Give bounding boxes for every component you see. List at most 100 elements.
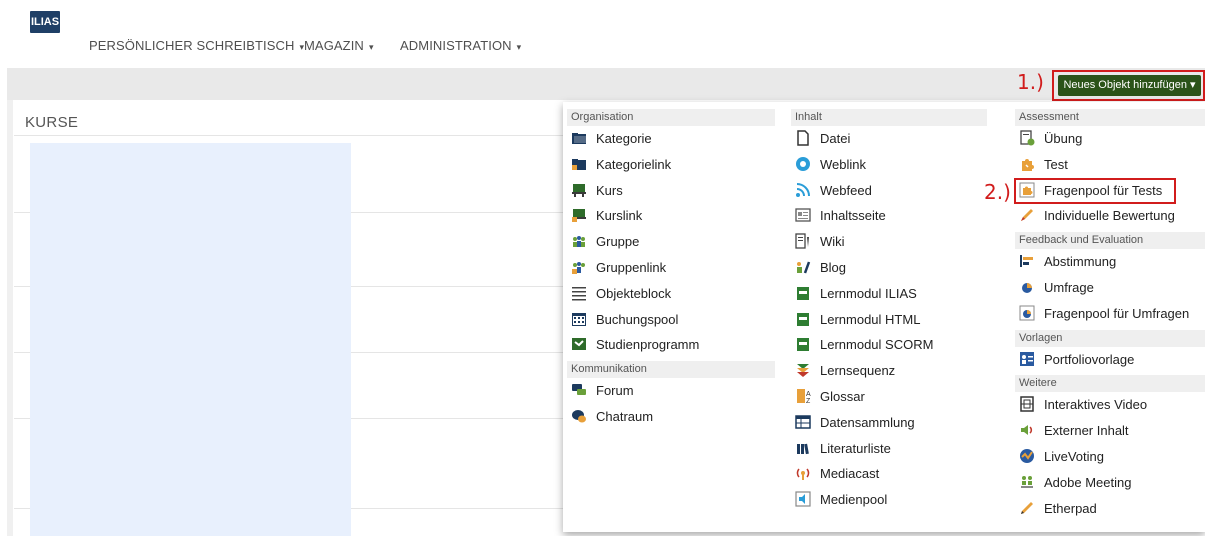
pen-icon (1019, 207, 1035, 223)
menu-item-label: Forum (596, 383, 634, 399)
media-pool-icon (795, 491, 811, 507)
menu-item-label: Kurslink (596, 208, 643, 224)
speaker-icon (1019, 422, 1035, 438)
menu-item-label: Adobe Meeting (1044, 474, 1132, 490)
step-2-annotation: 2.) (984, 180, 1011, 204)
menu-item-label: Studienprogramm (596, 337, 700, 353)
nav-magazin[interactable]: MAGAZIN ▾ (304, 38, 374, 53)
course-link-icon (571, 207, 587, 223)
nav-personal-desktop[interactable]: PERSÖNLICHER SCHREIBTISCH ▾ (89, 38, 304, 53)
section-title: KURSE (25, 114, 79, 131)
film-icon (1019, 396, 1035, 413)
content-border (7, 100, 13, 536)
menu-item-label: Lernsequenz (820, 363, 896, 379)
file-icon (795, 130, 811, 146)
group-header: Kommunikation (567, 361, 775, 379)
poll-icon (1019, 253, 1035, 269)
menu-item-label: Datei (820, 131, 851, 146)
menu-item-label: Blog (820, 260, 847, 275)
menu-item-label: Externer Inhalt (1044, 423, 1129, 439)
chat-icon (571, 408, 587, 424)
menu-item-label: Kurs (596, 182, 623, 198)
group-header: Inhalt (791, 109, 987, 126)
menu-item-label: Buchungspool (596, 311, 679, 327)
menu-item-label: Interaktives Video (1044, 397, 1148, 413)
learning-module-scorm-icon (795, 336, 811, 352)
menu-item-label: Webfeed (820, 182, 872, 198)
exercise-icon (1019, 130, 1035, 146)
menu-item-label: Lernmodul ILIAS (820, 285, 917, 301)
course-list-placeholder (30, 143, 351, 536)
menu-item-label: Fragenpool für Umfragen (1044, 305, 1190, 321)
menu-item-label: Datensammlung (820, 414, 915, 430)
rss-icon (795, 182, 811, 198)
menu-item-label: Übung (1044, 131, 1083, 146)
survey-icon (1019, 279, 1035, 295)
forum-icon (571, 382, 587, 398)
meeting-icon (1019, 474, 1035, 490)
menu-item-label: Lernmodul SCORM (820, 337, 934, 353)
highlight-box-step-2 (1014, 178, 1176, 204)
group-header: Organisation (567, 109, 775, 126)
chevron-down-icon: ▾ (368, 42, 374, 52)
menu-item-label: Gruppe (596, 234, 640, 250)
menu-item-label: Lernmodul HTML (820, 311, 921, 327)
survey-pool-icon (1019, 305, 1035, 321)
divider (14, 135, 574, 136)
table-icon (795, 414, 811, 430)
menu-item-label: Kategorielink (596, 156, 672, 172)
menu-item-label: Literaturliste (820, 440, 891, 456)
menu-item-label: LiveVoting (1044, 449, 1104, 464)
nav-label: PERSÖNLICHER SCHREIBTISCH (89, 38, 295, 53)
group-header: Weitere (1015, 375, 1205, 393)
learning-module-html-icon (795, 311, 811, 327)
menu-item-label: Inhaltsseite (820, 208, 886, 224)
menu-item-label: Individuelle Bewertung (1044, 208, 1175, 224)
step-1-annotation: 1.) (1017, 70, 1044, 94)
menu-item-label: Objekteblock (596, 285, 672, 301)
ilias-logo[interactable]: ILIAS (30, 11, 60, 33)
puzzle-icon (1019, 156, 1035, 172)
glossary-icon: AZ (795, 388, 811, 405)
menu-item-label: Kategorie (596, 131, 652, 146)
broadcast-icon (795, 465, 811, 481)
menu-item-label: Glossar (820, 389, 865, 404)
top-navigation-bar: ILIAS PERSÖNLICHER SCHREIBTISCH ▾ MAGAZIN… (0, 0, 1205, 68)
folder-icon (571, 130, 587, 146)
group-header: Vorlagen (1015, 329, 1205, 347)
menu-item-label: Chatraum (596, 409, 654, 424)
course-icon (571, 182, 587, 198)
svg-text:A: A (806, 391, 811, 398)
svg-text:Z: Z (806, 398, 811, 404)
learning-sequence-icon (795, 362, 811, 378)
nav-administration[interactable]: ADMINISTRATION ▾ (400, 38, 521, 53)
learning-module-icon (795, 285, 811, 301)
content-page-icon (795, 207, 811, 223)
blog-icon (795, 259, 811, 275)
wiki-icon (795, 233, 811, 249)
menu-item-label: Wiki (820, 234, 845, 250)
group-link-icon (571, 259, 587, 275)
weblink-icon (795, 156, 811, 172)
group-header: Assessment (1015, 109, 1205, 126)
menu-item-label: Umfrage (1044, 280, 1094, 295)
livevoting-icon (1019, 448, 1035, 464)
menu-item-label: Mediacast (820, 466, 880, 482)
menu-item-label: Weblink (820, 156, 867, 172)
menu-item-label: Medienpool (820, 492, 888, 508)
group-icon (571, 233, 587, 249)
books-icon (795, 440, 811, 456)
chevron-down-icon: ▾ (516, 42, 522, 52)
nav-label: ADMINISTRATION (400, 38, 512, 53)
portfolio-icon (1019, 351, 1035, 367)
menu-item-label: Etherpad (1044, 500, 1097, 516)
menu-item-label: Gruppenlink (596, 260, 667, 275)
calendar-icon (571, 311, 587, 327)
group-header: Feedback und Evaluation (1015, 232, 1205, 250)
menu-item-label: Test (1044, 156, 1068, 172)
study-programme-icon (571, 336, 587, 352)
new-object-button[interactable]: Neues Objekt hinzufügen ▾ (1058, 75, 1201, 96)
pencil-icon (1019, 500, 1035, 516)
menu-item-label: Portfoliovorlage (1044, 351, 1135, 367)
folder-link-icon (571, 156, 587, 172)
